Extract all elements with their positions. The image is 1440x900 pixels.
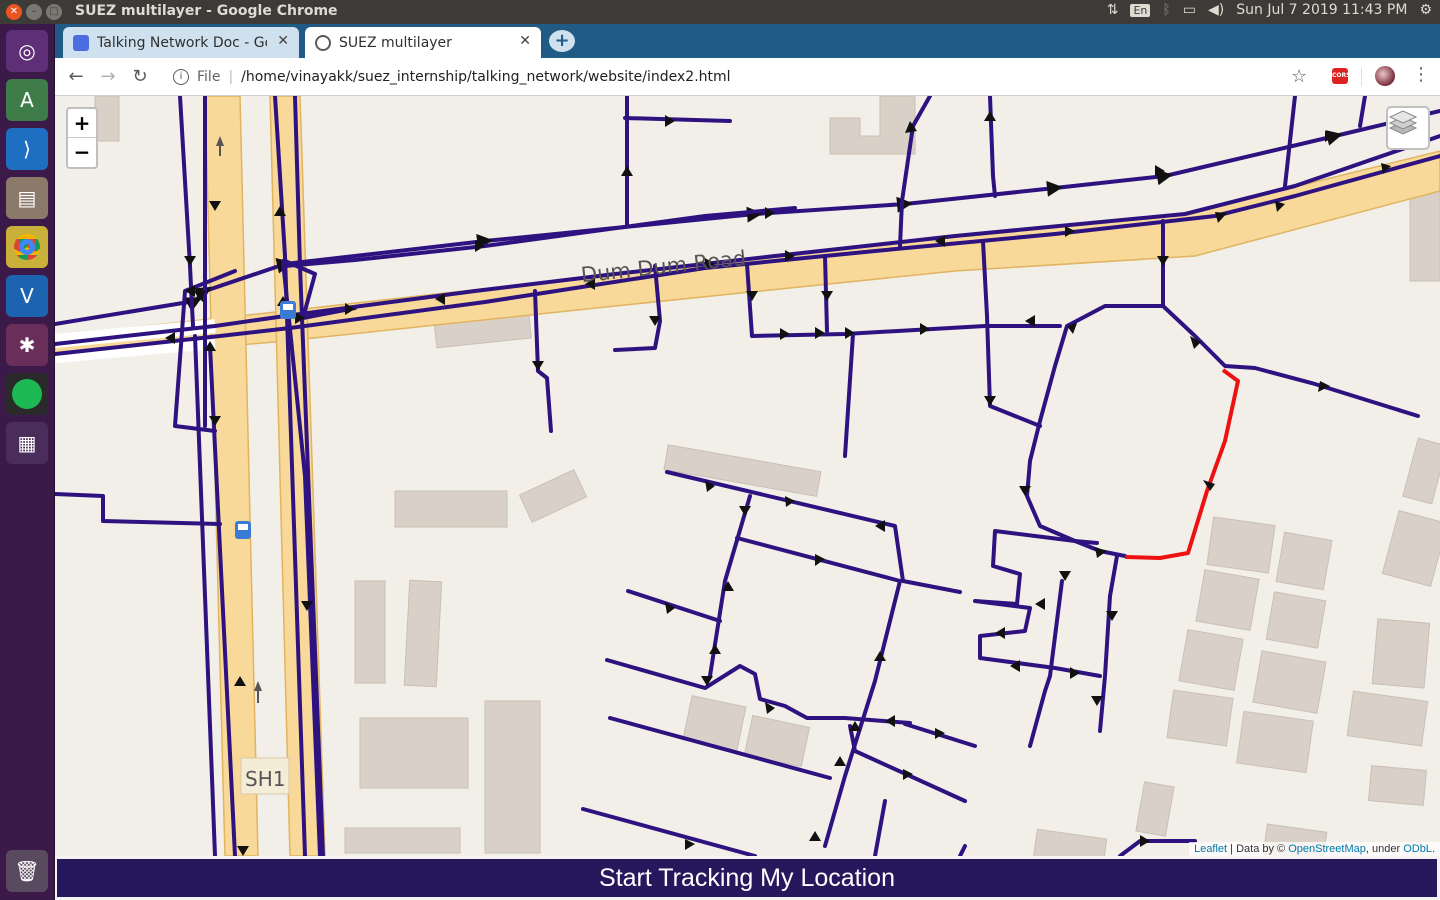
- svg-text:SH1: SH1: [245, 767, 285, 791]
- clock[interactable]: Sun Jul 7 2019 11:43 PM: [1236, 2, 1407, 18]
- tab-label: SUEZ multilayer: [339, 34, 452, 51]
- spotify-icon[interactable]: [6, 373, 48, 415]
- browser-toolbar: ← → ↻ i File | /home/vinayakk/suez_inter…: [55, 58, 1440, 96]
- chrome-icon[interactable]: [6, 226, 48, 268]
- browser-tab-strip: Talking Network Doc - Goo ✕ SUEZ multila…: [55, 24, 1440, 58]
- forward-arrow-icon[interactable]: →: [95, 64, 121, 90]
- url-scheme-label: File: [197, 69, 221, 85]
- settings-gear-icon[interactable]: ⚙: [1419, 2, 1432, 18]
- keyboard-layout-indicator[interactable]: En: [1130, 3, 1151, 17]
- toolbar-divider: [1361, 68, 1362, 86]
- chrome-menu-icon[interactable]: ⋮: [1412, 64, 1430, 85]
- layers-control-button[interactable]: [1386, 106, 1430, 150]
- attribution-text: | Data by ©: [1227, 843, 1289, 855]
- system-top-panel: ✕ – □ SUEZ multilayer - Google Chrome ⇅ …: [0, 0, 1440, 24]
- layers-icon: [1388, 110, 1418, 135]
- bus-stop-icon: [280, 301, 296, 319]
- google-docs-icon: [73, 34, 89, 51]
- battery-icon[interactable]: ▭: [1183, 2, 1196, 18]
- trash-icon[interactable]: 🗑: [6, 850, 48, 892]
- url-text[interactable]: /home/vinayakk/suez_internship/talking_n…: [241, 69, 730, 85]
- url-separator: |: [228, 69, 234, 85]
- leaflet-link[interactable]: Leaflet: [1194, 843, 1227, 855]
- site-info-icon[interactable]: i: [173, 69, 189, 85]
- highway-shield: SH1: [240, 757, 290, 795]
- unity-launcher: ◎ A ⟩ ▤ V ✱ ▦ 🗑: [0, 24, 55, 900]
- network-tool-icon[interactable]: ✱: [6, 324, 48, 366]
- system-indicators: ⇅ En ᛒ ▭ ◀) Sun Jul 7 2019 11:43 PM ⚙: [1107, 2, 1432, 18]
- tab-close-icon[interactable]: ✕: [277, 33, 289, 49]
- tab-close-icon[interactable]: ✕: [519, 33, 531, 49]
- window-close-button[interactable]: ✕: [6, 4, 22, 20]
- new-tab-button[interactable]: +: [549, 30, 575, 52]
- vscode-icon[interactable]: ⟩: [6, 128, 48, 170]
- profile-avatar[interactable]: [1375, 66, 1395, 86]
- tab-talking-network-doc[interactable]: Talking Network Doc - Goo ✕: [63, 27, 299, 58]
- zoom-out-button[interactable]: −: [68, 138, 96, 167]
- reload-icon[interactable]: ↻: [127, 64, 153, 90]
- map-attribution: Leaflet | Data by © OpenStreetMap, under…: [1189, 842, 1440, 856]
- window-maximize-button[interactable]: □: [46, 4, 62, 20]
- android-studio-icon[interactable]: A: [6, 79, 48, 121]
- zoom-control: + −: [66, 107, 98, 169]
- odbl-link[interactable]: ODbL: [1403, 843, 1432, 855]
- leaflet-map[interactable]: Dum Dum Road SH1 + − Leaflet | Data by ©…: [55, 96, 1440, 856]
- workspace-switcher-icon[interactable]: ▦: [6, 422, 48, 464]
- bookmark-star-icon[interactable]: ☆: [1291, 66, 1307, 87]
- tab-suez-multilayer[interactable]: SUEZ multilayer ✕: [305, 27, 541, 58]
- tab-label: Talking Network Doc - Goo: [97, 34, 267, 51]
- map-canvas[interactable]: Dum Dum Road SH1: [55, 96, 1440, 856]
- virtualbox-icon[interactable]: V: [6, 275, 48, 317]
- files-icon[interactable]: ▤: [6, 177, 48, 219]
- zoom-in-button[interactable]: +: [68, 109, 96, 138]
- bluetooth-icon[interactable]: ᛒ: [1162, 2, 1170, 18]
- ubuntu-dash-icon[interactable]: ◎: [6, 30, 48, 72]
- cors-extension-icon[interactable]: CORS: [1332, 68, 1350, 84]
- osm-link[interactable]: OpenStreetMap: [1288, 843, 1366, 855]
- window-minimize-button[interactable]: –: [26, 4, 42, 20]
- network-transfer-icon[interactable]: ⇅: [1107, 2, 1119, 18]
- volume-icon[interactable]: ◀): [1208, 2, 1224, 18]
- attribution-text: , under: [1365, 843, 1404, 855]
- back-arrow-icon[interactable]: ←: [63, 64, 89, 90]
- attribution-text: .: [1431, 843, 1435, 855]
- globe-icon: [315, 34, 331, 51]
- bus-stop-icon: [235, 521, 251, 539]
- window-title: SUEZ multilayer - Google Chrome: [75, 3, 338, 19]
- address-bar[interactable]: i File | /home/vinayakk/suez_internship/…: [163, 62, 1308, 92]
- start-tracking-button[interactable]: Start Tracking My Location: [57, 859, 1437, 897]
